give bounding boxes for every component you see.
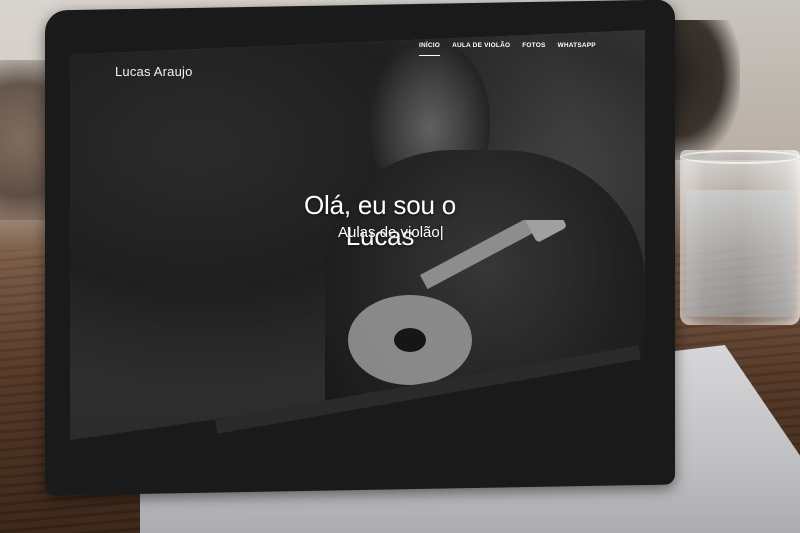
typing-cursor: | (439, 224, 444, 241)
glass-rim (680, 150, 800, 164)
nav-whatsapp[interactable]: WHATSAPP (552, 42, 602, 49)
hero-subtitle: Aulas de violão| (338, 224, 538, 241)
hero-title: Olá, eu sou o Lucas (303, 190, 457, 251)
site-nav: INÍCIO AULA DE VIOLÃO FOTOS WHATSAPP (413, 42, 602, 56)
nav-inicio[interactable]: INÍCIO (413, 42, 446, 56)
nav-fotos[interactable]: FOTOS (516, 42, 551, 49)
nav-aula-de-violao[interactable]: AULA DE VIOLÃO (446, 42, 516, 49)
photo-scene: Lucas Araujo INÍCIO AULA DE VIOLÃO FOTOS… (0, 0, 800, 533)
hero-subtitle-text: Aulas de violão (338, 224, 440, 241)
site-logo[interactable]: Lucas Araujo (115, 64, 193, 79)
